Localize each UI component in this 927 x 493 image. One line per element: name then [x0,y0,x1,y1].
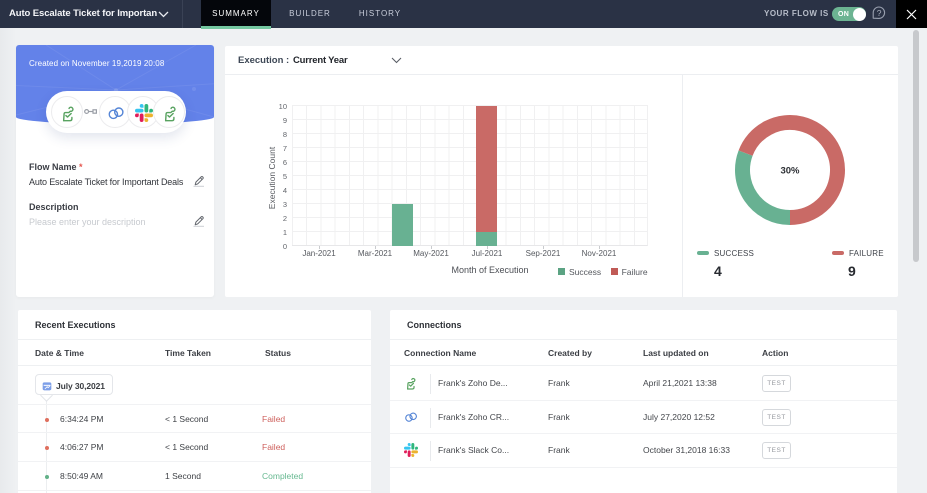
svg-text:30%: 30% [780,166,800,177]
svg-text:?: ? [877,8,882,18]
